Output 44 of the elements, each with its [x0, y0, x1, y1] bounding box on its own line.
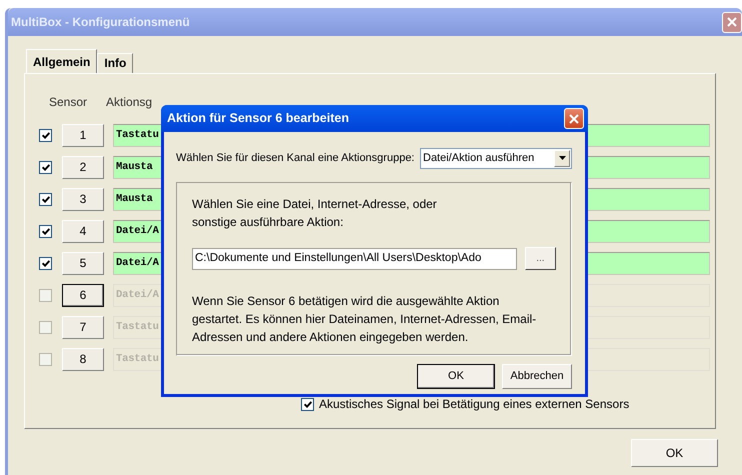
- dialog-button[interactable]: Abbrechen: [502, 364, 572, 389]
- dialog-title: Aktion für Sensor 6 bearbeiten: [167, 110, 349, 128]
- sensor-button[interactable]: 6: [62, 284, 104, 306]
- sensor-button[interactable]: 5: [62, 252, 104, 274]
- tab[interactable]: Allgemein: [26, 49, 98, 73]
- ok-button[interactable]: OK: [631, 439, 718, 467]
- check-icon: [304, 400, 312, 408]
- check-icon: [42, 132, 50, 138]
- close-icon: [568, 112, 580, 124]
- sensor-button[interactable]: 3: [62, 188, 104, 210]
- window-title: MultiBox - Konfigurationsmenü: [11, 14, 190, 31]
- dialog-button[interactable]: OK: [417, 364, 495, 389]
- instruction-text: Wählen Sie eine Datei, Internet-Adresse, oder sonstige ausführbare Aktion:: [192, 196, 438, 231]
- tab[interactable]: Info: [97, 53, 134, 73]
- column-header: Sensor: [49, 94, 88, 111]
- checkbox[interactable]: [39, 320, 52, 334]
- checkbox[interactable]: [39, 288, 52, 302]
- check-icon: [42, 196, 50, 202]
- close-icon: [726, 16, 738, 28]
- description-text: Wenn Sie Sensor 6 betätigen wird die ausgewählte Aktion gestartet. Es können hier Dateinamen, Internet-Adressen, Email-Adressen und andere Aktionen eingegeben werden.: [192, 293, 538, 346]
- caret-icon: [558, 156, 566, 160]
- field-label: Wählen Sie für diesen Kanal eine Aktionsgruppe:: [176, 150, 414, 166]
- checkbox[interactable]: [39, 256, 52, 270]
- sensor-button[interactable]: 2: [62, 156, 104, 178]
- checkbox[interactable]: [39, 224, 52, 238]
- check-icon: [42, 260, 50, 266]
- checkbox[interactable]: [39, 160, 52, 174]
- close-button[interactable]: [564, 108, 584, 129]
- check-icon: [42, 228, 50, 234]
- sensor-button[interactable]: 1: [62, 124, 104, 146]
- column-header: Aktionsg: [106, 94, 152, 111]
- action-group-dropdown[interactable]: Datei/Aktion ausführen: [420, 148, 572, 168]
- sensor-button[interactable]: 4: [62, 220, 104, 242]
- close-button[interactable]: [722, 12, 742, 32]
- checkbox[interactable]: [301, 398, 314, 410]
- checkbox[interactable]: [39, 128, 52, 142]
- checkbox[interactable]: [39, 192, 52, 206]
- check-icon: [42, 164, 50, 170]
- checkbox-label: Akustisches Signal bei Betätigung eines externen Sensors: [319, 396, 630, 413]
- browse-button[interactable]: ...: [524, 247, 556, 270]
- sensor-button[interactable]: 8: [62, 348, 104, 370]
- sensor-button[interactable]: 7: [62, 316, 104, 338]
- path-field[interactable]: C:\Dokumente und Einstellungen\All Users\Desktop\Ado: [192, 248, 517, 270]
- checkbox[interactable]: [39, 352, 52, 366]
